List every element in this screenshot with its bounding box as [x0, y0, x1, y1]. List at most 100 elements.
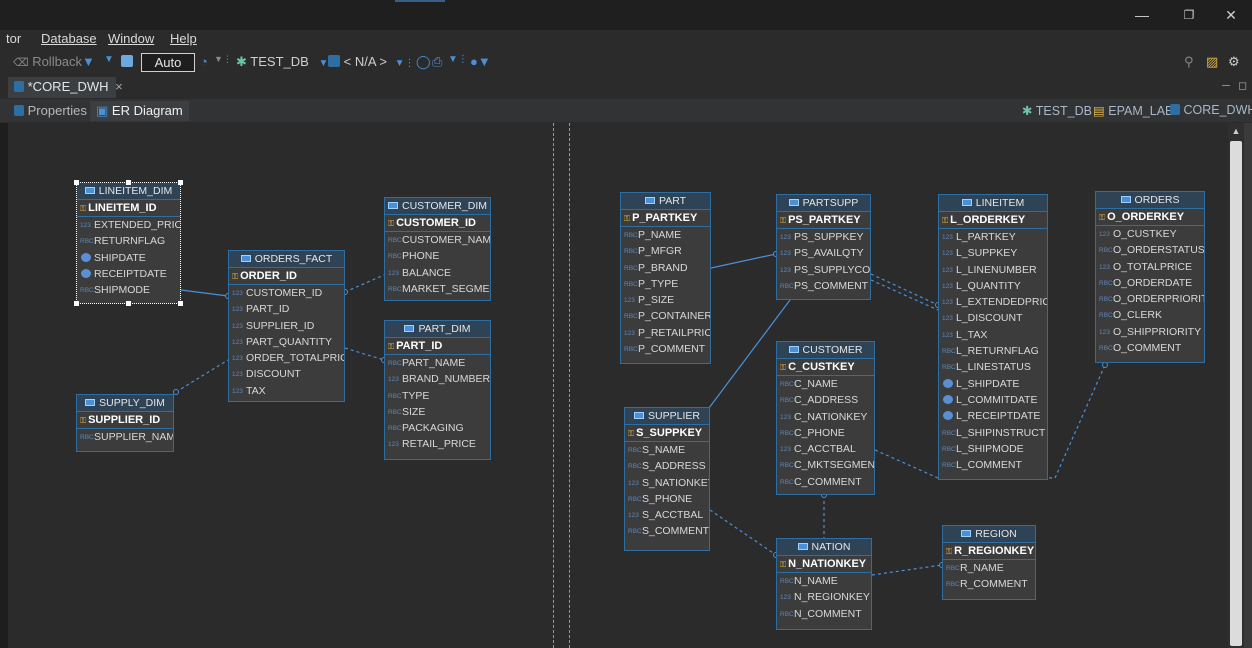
entity-orders[interactable]: ORDERS ⚿ O_ORDERKEY 123 O_CUSTKEY RBCO_ORDERS…: [1095, 191, 1205, 363]
selection-handle[interactable]: [126, 180, 131, 185]
selection-handle[interactable]: [74, 180, 79, 185]
column-row[interactable]: 123 S_NATIONKEY: [625, 475, 709, 491]
column-row[interactable]: RBCR_COMMENT: [943, 576, 1035, 592]
column-row[interactable]: 123 L_TAX: [939, 327, 1047, 343]
entity-region[interactable]: REGION ⚿ R_REGIONKEY RBCR_NAME RBCR_COMMENT: [942, 525, 1036, 600]
column-row[interactable]: 123 RETAIL_PRICE: [385, 436, 490, 452]
entity-partsupp[interactable]: PARTSUPP ⚿ PS_PARTKEY 123 PS_SUPPKEY 123 PS_AV…: [776, 194, 871, 300]
column-row[interactable]: RBCMARKET_SEGMENT: [385, 281, 490, 297]
column-row[interactable]: 123 N_REGIONKEY: [777, 589, 871, 605]
column-row[interactable]: L_COMMITDATE: [939, 392, 1047, 408]
column-row[interactable]: RBCPHONE: [385, 248, 490, 264]
column-row[interactable]: RBCL_SHIPINSTRUCT: [939, 425, 1047, 441]
column-row[interactable]: 123 P_SIZE: [621, 292, 710, 308]
column-row[interactable]: RBCSUPPLIER_NAME: [77, 429, 173, 445]
column-row[interactable]: RBCP_CONTAINER: [621, 308, 710, 324]
column-row[interactable]: RBCP_COMMENT: [621, 341, 710, 357]
primary-key-column[interactable]: ⚿ R_REGIONKEY: [943, 543, 1035, 560]
selection-handle[interactable]: [178, 301, 183, 306]
primary-key-column[interactable]: ⚿ PART_ID: [385, 338, 490, 355]
rel-partsupp-lineitem-2[interactable]: [870, 279, 939, 311]
column-row[interactable]: 123 C_ACCTBAL: [777, 441, 874, 457]
column-row[interactable]: RBCC_MKTSEGMENT: [777, 457, 874, 473]
entity-lineitem[interactable]: LINEITEM ⚿ L_ORDERKEY 123 L_PARTKEY 123 L_SUPP…: [938, 194, 1048, 480]
selection-handle[interactable]: [74, 301, 79, 306]
column-row[interactable]: RBCC_COMMENT: [777, 474, 874, 490]
column-row[interactable]: RBCPART_NAME: [385, 355, 490, 371]
column-row[interactable]: RBCL_SHIPMODE: [939, 441, 1047, 457]
entity-customer-dim[interactable]: CUSTOMER_DIM ⚿ CUSTOMER_ID RBCCUSTOMER_NAME…: [384, 197, 491, 301]
rel-partsupp-lineitem-1[interactable]: [870, 273, 939, 306]
column-row[interactable]: 123 L_SUPPKEY: [939, 245, 1047, 261]
column-row[interactable]: 123 TAX: [229, 383, 344, 399]
column-row[interactable]: RBCL_COMMENT: [939, 457, 1047, 473]
column-row[interactable]: 123 EXTENDED_PRICE: [77, 217, 180, 233]
column-row[interactable]: 123 BALANCE: [385, 265, 490, 281]
rel-supplier-nation[interactable]: [709, 509, 777, 556]
column-row[interactable]: L_SHIPDATE: [939, 376, 1047, 392]
rel-nation-region[interactable]: [871, 564, 943, 576]
column-row[interactable]: 123 C_NATIONKEY: [777, 409, 874, 425]
column-row[interactable]: RBCS_COMMENT: [625, 523, 709, 539]
column-row[interactable]: RBCSHIPMODE: [77, 282, 180, 298]
column-row[interactable]: RBCL_LINESTATUS: [939, 359, 1047, 375]
primary-key-column[interactable]: ⚿ S_SUPPKEY: [625, 425, 709, 442]
column-row[interactable]: 123 P_RETAILPRICE: [621, 325, 710, 341]
column-row[interactable]: RBCS_ADDRESS: [625, 458, 709, 474]
column-row[interactable]: 123 PS_SUPPKEY: [777, 229, 870, 245]
primary-key-column[interactable]: ⚿ PS_PARTKEY: [777, 212, 870, 229]
column-row[interactable]: RECEIPTDATE: [77, 266, 180, 282]
primary-key-column[interactable]: ⚿ N_NATIONKEY: [777, 556, 871, 573]
column-row[interactable]: 123 DISCOUNT: [229, 366, 344, 382]
entity-lineitem-dim[interactable]: LINEITEM_DIM ⚿ LINEITEM_ID 123 EXTENDED_PRIC…: [76, 182, 181, 304]
column-row[interactable]: 123 O_SHIPPRIORITY: [1096, 324, 1204, 340]
column-row[interactable]: RBCO_COMMENT: [1096, 340, 1204, 356]
entity-part[interactable]: PART ⚿ P_PARTKEY RBCP_NAME RBCP_MFGR RBCP_BRA…: [620, 192, 711, 364]
entity-supply-dim[interactable]: SUPPLY_DIM ⚿ SUPPLIER_ID RBCSUPPLIER_NAME: [76, 394, 174, 452]
column-row[interactable]: L_RECEIPTDATE: [939, 408, 1047, 424]
column-row[interactable]: RBCPS_COMMENT: [777, 278, 870, 294]
column-row[interactable]: SHIPDATE: [77, 250, 180, 266]
column-row[interactable]: RBCS_PHONE: [625, 491, 709, 507]
column-row[interactable]: RBCTYPE: [385, 388, 490, 404]
rel-orders-fact-customer-dim[interactable]: [344, 274, 385, 293]
primary-key-column[interactable]: ⚿ SUPPLIER_ID: [77, 412, 173, 429]
column-row[interactable]: RBCS_NAME: [625, 442, 709, 458]
column-row[interactable]: RBCR_NAME: [943, 560, 1035, 576]
primary-key-column[interactable]: ⚿ ORDER_ID: [229, 268, 344, 285]
column-row[interactable]: 123 O_CUSTKEY: [1096, 226, 1204, 242]
column-row[interactable]: RBCSIZE: [385, 404, 490, 420]
entity-customer[interactable]: CUSTOMER ⚿ C_CUSTKEY RBCC_NAME RBCC_ADDRESS 1…: [776, 341, 875, 495]
column-row[interactable]: RBCP_MFGR: [621, 243, 710, 259]
column-row[interactable]: RBCP_NAME: [621, 227, 710, 243]
primary-key-column[interactable]: ⚿ CUSTOMER_ID: [385, 215, 490, 232]
column-row[interactable]: RBCO_ORDERPRIORITY: [1096, 291, 1204, 307]
primary-key-column[interactable]: ⚿ C_CUSTKEY: [777, 359, 874, 376]
column-row[interactable]: 123 L_PARTKEY: [939, 229, 1047, 245]
rel-lineitem-dim-orders-fact[interactable]: [180, 289, 229, 297]
selection-handle[interactable]: [178, 180, 183, 185]
primary-key-column[interactable]: ⚿ LINEITEM_ID: [77, 200, 180, 217]
column-row[interactable]: RBCO_ORDERSTATUS: [1096, 242, 1204, 258]
column-row[interactable]: 123 L_DISCOUNT: [939, 310, 1047, 326]
selection-handle[interactable]: [126, 301, 131, 306]
rel-part-partsupp[interactable]: [710, 253, 777, 269]
column-row[interactable]: 123PS_SUPPLYCOST: [777, 262, 870, 278]
column-row[interactable]: 123 O_TOTALPRICE: [1096, 259, 1204, 275]
column-row[interactable]: 123 L_QUANTITY: [939, 278, 1047, 294]
rel-supply-dim-orders-fact[interactable]: [175, 359, 229, 393]
column-row[interactable]: RBCC_ADDRESS: [777, 392, 874, 408]
column-row[interactable]: RBCL_RETURNFLAG: [939, 343, 1047, 359]
column-row[interactable]: RBCRETURNFLAG: [77, 233, 180, 249]
primary-key-column[interactable]: ⚿ L_ORDERKEY: [939, 212, 1047, 229]
column-row[interactable]: RBCC_PHONE: [777, 425, 874, 441]
entity-supplier[interactable]: SUPPLIER ⚿ S_SUPPKEY RBCS_NAME RBCS_ADDRESS 1…: [624, 407, 710, 551]
column-row[interactable]: 123 S_ACCTBAL: [625, 507, 709, 523]
primary-key-column[interactable]: ⚿ O_ORDERKEY: [1096, 209, 1204, 226]
column-row[interactable]: 123 ORDER_TOTALPRICE: [229, 350, 344, 366]
column-row[interactable]: RBCN_COMMENT: [777, 606, 871, 622]
column-row[interactable]: 123 PART_QUANTITY: [229, 334, 344, 350]
column-row[interactable]: RBCN_NAME: [777, 573, 871, 589]
column-row[interactable]: RBCO_ORDERDATE: [1096, 275, 1204, 291]
column-row[interactable]: 123 CUSTOMER_ID: [229, 285, 344, 301]
